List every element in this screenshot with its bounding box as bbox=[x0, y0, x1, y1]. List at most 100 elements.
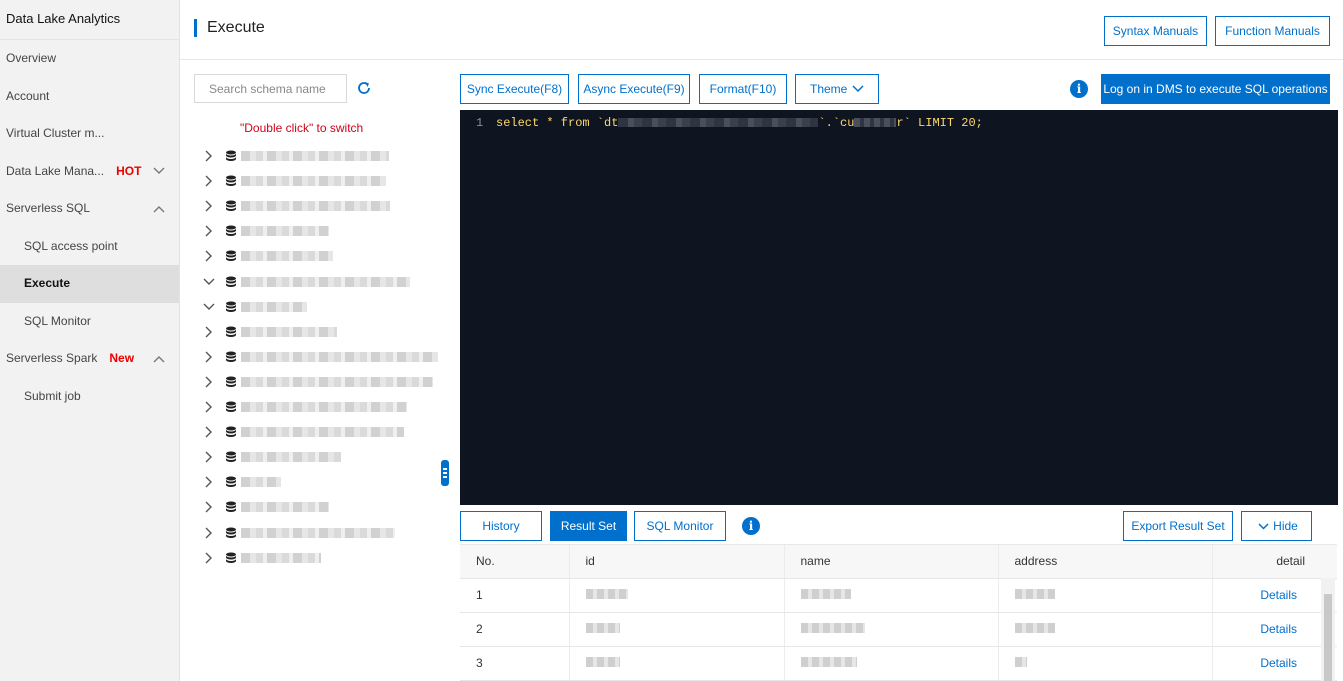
result-table: No. id name address detail 1 Details 2 D… bbox=[460, 544, 1337, 681]
chevron-right-icon[interactable] bbox=[202, 249, 216, 263]
sql-code[interactable]: select * from `dt `.`cu r` LIMIT 20; bbox=[496, 116, 983, 130]
history-tab[interactable]: History bbox=[460, 511, 542, 541]
database-icon bbox=[226, 501, 236, 513]
chevron-right-icon[interactable] bbox=[202, 174, 216, 188]
sql-monitor-tab[interactable]: SQL Monitor bbox=[634, 511, 726, 541]
database-icon bbox=[226, 200, 236, 212]
schema-tree-item[interactable] bbox=[202, 347, 438, 367]
redacted-schema-name bbox=[241, 151, 389, 161]
dms-login-button[interactable]: Log on in DMS to execute SQL operations bbox=[1101, 74, 1330, 104]
app-title: Data Lake Analytics bbox=[0, 0, 179, 40]
schema-tree-item[interactable] bbox=[202, 146, 389, 166]
column-header-address: address bbox=[998, 545, 1213, 579]
function-manuals-button[interactable]: Function Manuals bbox=[1215, 16, 1330, 46]
redacted-schema-name bbox=[241, 502, 329, 513]
schema-tree-item[interactable] bbox=[202, 523, 395, 543]
table-row: 1 Details bbox=[460, 578, 1337, 613]
chevron-right-icon[interactable] bbox=[202, 375, 216, 389]
chevron-right-icon[interactable] bbox=[202, 325, 216, 339]
schema-tree-item[interactable] bbox=[202, 171, 386, 191]
sidebar-item-serverless-spark[interactable]: Serverless Spark New bbox=[0, 340, 179, 378]
chevron-right-icon[interactable] bbox=[202, 475, 216, 489]
chevron-right-icon[interactable] bbox=[202, 551, 216, 565]
sidebar-item-virtual-cluster[interactable]: Virtual Cluster m... bbox=[0, 115, 179, 153]
database-icon bbox=[226, 351, 236, 362]
sidebar-item-submit-job[interactable]: Submit job bbox=[0, 378, 179, 416]
sidebar: Data Lake Analytics Overview Account Vir… bbox=[0, 0, 180, 681]
schema-tree-item[interactable] bbox=[202, 196, 390, 216]
chevron-right-icon[interactable] bbox=[202, 400, 216, 414]
schema-tree-item[interactable] bbox=[202, 221, 329, 241]
schema-tree-item[interactable] bbox=[202, 297, 307, 317]
redacted-schema-name bbox=[241, 552, 321, 563]
sidebar-item-account[interactable]: Account bbox=[0, 78, 179, 116]
database-icon bbox=[226, 552, 236, 563]
theme-dropdown[interactable]: Theme bbox=[795, 74, 879, 104]
schema-tree-item[interactable] bbox=[202, 497, 329, 517]
schema-tree-item[interactable] bbox=[202, 372, 433, 392]
async-execute-button[interactable]: Async Execute(F9) bbox=[578, 74, 690, 104]
schema-tree-item[interactable] bbox=[202, 272, 410, 292]
sidebar-item-sql-monitor[interactable]: SQL Monitor bbox=[0, 303, 179, 341]
details-link[interactable]: Details bbox=[1212, 612, 1337, 647]
sidebar-item-label: Virtual Cluster m... bbox=[6, 126, 105, 140]
chevron-down-icon[interactable] bbox=[153, 153, 165, 191]
sidebar-item-sql-access-point[interactable]: SQL access point bbox=[0, 228, 179, 266]
redacted-value bbox=[800, 623, 865, 633]
syntax-manuals-button[interactable]: Syntax Manuals bbox=[1104, 16, 1207, 46]
redacted-schema-name bbox=[241, 402, 407, 412]
schema-tree-item[interactable] bbox=[202, 548, 321, 568]
details-link[interactable]: Details bbox=[1212, 578, 1337, 613]
chevron-right-icon[interactable] bbox=[202, 526, 216, 540]
redacted-schema-name bbox=[241, 427, 404, 438]
table-scrollbar[interactable] bbox=[1321, 578, 1335, 681]
chevron-right-icon[interactable] bbox=[202, 350, 216, 364]
sql-editor[interactable]: 1 select * from `dt `.`cu r` LIMIT 20; bbox=[460, 110, 1338, 505]
sync-execute-button[interactable]: Sync Execute(F8) bbox=[460, 74, 569, 104]
info-icon[interactable]: i bbox=[1070, 80, 1088, 98]
chevron-right-icon[interactable] bbox=[202, 425, 216, 439]
chevron-up-icon[interactable] bbox=[153, 190, 165, 228]
hide-button[interactable]: Hide bbox=[1241, 511, 1312, 541]
export-result-set-button[interactable]: Export Result Set bbox=[1123, 511, 1233, 541]
schema-tree-item[interactable] bbox=[202, 447, 341, 467]
redacted-schema-name bbox=[241, 276, 410, 287]
sidebar-item-serverless-sql[interactable]: Serverless SQL bbox=[0, 190, 179, 228]
scrollbar-thumb[interactable] bbox=[1324, 594, 1332, 681]
cell-no: 1 bbox=[460, 578, 570, 613]
info-icon[interactable]: i bbox=[742, 517, 760, 535]
result-set-tab[interactable]: Result Set bbox=[550, 511, 627, 541]
editor-toolbar: Sync Execute(F8) Async Execute(F9) Forma… bbox=[446, 60, 1343, 110]
panel-resize-handle[interactable] bbox=[441, 460, 449, 486]
database-icon bbox=[226, 376, 236, 387]
sidebar-item-overview[interactable]: Overview bbox=[0, 40, 179, 78]
sidebar-item-label: Data Lake Mana... bbox=[6, 163, 105, 178]
chevron-right-icon[interactable] bbox=[202, 149, 216, 163]
schema-tree-item[interactable] bbox=[202, 397, 407, 417]
chevron-right-icon[interactable] bbox=[202, 500, 216, 514]
database-icon bbox=[226, 527, 236, 538]
chevron-down-icon[interactable] bbox=[202, 300, 216, 314]
redacted-text bbox=[618, 118, 819, 128]
line-number: 1 bbox=[476, 116, 484, 130]
sidebar-item-execute[interactable]: Execute bbox=[0, 265, 179, 303]
cell-name bbox=[784, 578, 999, 613]
code-suffix: r` LIMIT 20; bbox=[896, 116, 983, 130]
details-link[interactable]: Details bbox=[1212, 646, 1337, 681]
schema-tree-item[interactable] bbox=[202, 322, 337, 342]
chevron-right-icon[interactable] bbox=[202, 450, 216, 464]
schema-tree-item[interactable] bbox=[202, 472, 281, 492]
sidebar-item-data-lake-management[interactable]: Data Lake Mana... HOT bbox=[0, 153, 179, 191]
chevron-up-icon[interactable] bbox=[153, 340, 165, 378]
database-icon bbox=[226, 451, 236, 463]
database-icon bbox=[226, 175, 236, 187]
refresh-icon[interactable] bbox=[356, 80, 372, 96]
chevron-right-icon[interactable] bbox=[202, 224, 216, 238]
sidebar-item-label: Execute bbox=[24, 276, 71, 290]
schema-tree-item[interactable] bbox=[202, 422, 404, 442]
chevron-right-icon[interactable] bbox=[202, 199, 216, 213]
chevron-down-icon[interactable] bbox=[202, 275, 216, 289]
schema-tree-item[interactable] bbox=[202, 246, 333, 266]
search-schema-input[interactable] bbox=[194, 74, 347, 103]
format-button[interactable]: Format(F10) bbox=[699, 74, 787, 104]
